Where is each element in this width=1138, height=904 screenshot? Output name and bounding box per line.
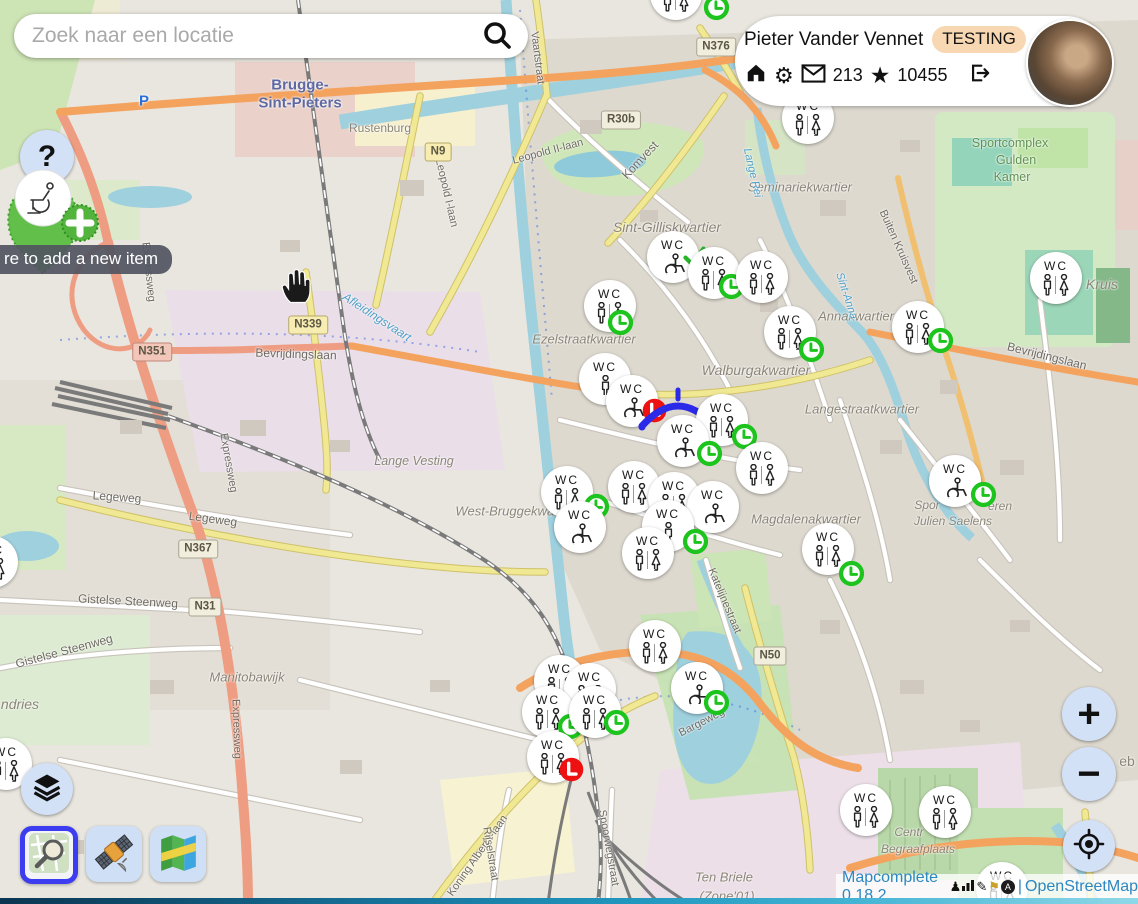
hand-cursor-icon bbox=[280, 266, 316, 311]
satellite-icon bbox=[93, 831, 135, 878]
clockL-badge bbox=[970, 481, 997, 508]
marker-wc-label: WC bbox=[778, 313, 802, 327]
toilet-marker-pin[interactable]: WC bbox=[919, 786, 971, 838]
marker-wc-label: WC bbox=[943, 462, 967, 476]
clockL-badge bbox=[703, 0, 730, 21]
toilet-marker-pin[interactable]: WC bbox=[554, 501, 606, 553]
marker-wc-label: WC bbox=[750, 258, 774, 272]
clockL-badge bbox=[607, 309, 634, 336]
clockL-badge bbox=[603, 709, 630, 736]
toilet-marker-pin[interactable]: WC bbox=[622, 527, 674, 579]
geolocate-icon bbox=[1073, 828, 1105, 865]
marker-wc-label: WC bbox=[750, 449, 774, 463]
toilet-marker-pin[interactable]: WC bbox=[736, 442, 788, 494]
messages-count: 213 bbox=[833, 65, 863, 86]
testing-badge: TESTING bbox=[932, 26, 1026, 53]
search-bar[interactable] bbox=[14, 14, 528, 58]
toilet-marker-pin[interactable]: WC bbox=[0, 536, 18, 588]
attribution-bar: Mapcomplete 0.18.2 ♟ ✎ ⚑ A | OpenStreetM… bbox=[836, 874, 1138, 899]
marker-wc-label: WC bbox=[578, 670, 602, 684]
user-name[interactable]: Pieter Vander Vennet bbox=[744, 29, 923, 51]
marker-wc-label: WC bbox=[816, 530, 840, 544]
mail-icon[interactable] bbox=[801, 64, 826, 88]
contributor-icon[interactable]: ♟ bbox=[950, 879, 962, 895]
clockL-badge bbox=[927, 327, 954, 354]
marker-wc-label: WC bbox=[0, 543, 4, 557]
changes-count: 10455 bbox=[897, 65, 947, 86]
background-layer-chooser bbox=[20, 826, 206, 884]
plus-glyph: + bbox=[1077, 692, 1100, 737]
marker-wc-label: WC bbox=[622, 468, 646, 482]
marker-wc-label: WC bbox=[583, 693, 607, 707]
layers-button[interactable] bbox=[21, 763, 73, 815]
star-icon[interactable]: ★ bbox=[870, 64, 891, 87]
marker-wc-label: WC bbox=[541, 738, 565, 752]
toilet-marker-pin[interactable]: WC bbox=[629, 620, 681, 672]
home-icon[interactable] bbox=[745, 62, 767, 89]
logout-icon[interactable] bbox=[968, 62, 991, 89]
marker-wc-label: WC bbox=[656, 507, 680, 521]
marker-wc-label: WC bbox=[854, 791, 878, 805]
folded-map-icon bbox=[157, 831, 199, 878]
marker-wc-label: WC bbox=[598, 287, 622, 301]
toilet-marker-pin[interactable]: WC bbox=[736, 251, 788, 303]
marker-wc-label: WC bbox=[701, 488, 725, 502]
toilet-marker-pin[interactable]: WC bbox=[687, 481, 739, 533]
search-input[interactable] bbox=[14, 24, 480, 48]
osm-link[interactable]: OpenStreetMap bbox=[1025, 878, 1138, 896]
geolocate-button[interactable] bbox=[1063, 820, 1115, 872]
marker-wc-label: WC bbox=[536, 693, 560, 707]
marker-wc-label: WC bbox=[568, 508, 592, 522]
marker-wc-label: WC bbox=[702, 254, 726, 268]
toilet-marker-pin[interactable]: WC bbox=[650, 0, 702, 20]
redL-badge bbox=[558, 756, 585, 783]
gear-icon[interactable]: ⚙ bbox=[774, 65, 794, 87]
statistics-icon[interactable] bbox=[962, 879, 975, 894]
user-panel[interactable]: Pieter Vander Vennet TESTING ⚙ 213 ★ 104… bbox=[735, 16, 1110, 106]
background-satellite-button[interactable] bbox=[86, 826, 142, 882]
clockL-badge bbox=[798, 336, 825, 363]
theme-flag-icon[interactable]: ⚑ bbox=[988, 879, 1000, 895]
marker-wc-label: WC bbox=[636, 534, 660, 548]
add-item-tooltip: re to add a new item bbox=[0, 245, 172, 274]
clockL-badge bbox=[696, 440, 723, 467]
background-map-button[interactable] bbox=[150, 826, 206, 882]
search-icon[interactable] bbox=[480, 19, 514, 53]
marker-wc-label: WC bbox=[685, 669, 709, 683]
edit-icon[interactable]: ✎ bbox=[976, 879, 987, 895]
map-markers-layer: WC WC WC WC WC WC WC WC WC WC WC WC WC WC WC WC WC WC WC WC… bbox=[0, 0, 1138, 904]
clockL-badge bbox=[838, 560, 865, 587]
clockL-badge bbox=[703, 689, 730, 716]
marker-wc-label: WC bbox=[555, 473, 579, 487]
marker-wc-label: WC bbox=[643, 627, 667, 641]
zoom-in-button[interactable]: + bbox=[1062, 687, 1116, 741]
marker-wc-label: WC bbox=[1044, 259, 1068, 273]
marker-wc-label: WC bbox=[0, 745, 18, 759]
marker-wc-label: WC bbox=[710, 401, 734, 415]
zoom-out-button[interactable]: − bbox=[1062, 747, 1116, 801]
avatar[interactable] bbox=[1026, 19, 1114, 107]
toilet-marker-pin[interactable]: WC bbox=[1030, 252, 1082, 304]
toilet-marker-pin[interactable]: WC bbox=[840, 784, 892, 836]
minus-glyph: − bbox=[1077, 752, 1100, 797]
marker-wc-label: WC bbox=[671, 422, 695, 436]
mapcomplete-app: Brugge-Sint-PietersRustenburgPVaartstraa… bbox=[0, 0, 1138, 904]
bottom-progress-bar bbox=[0, 898, 1138, 904]
attribution-separator: | bbox=[1018, 878, 1022, 896]
background-osm-button[interactable] bbox=[20, 826, 78, 884]
osm-map-icon bbox=[29, 833, 69, 878]
attribution-icons[interactable]: ♟ ✎ ⚑ A bbox=[950, 879, 1015, 895]
layers-icon bbox=[32, 772, 62, 807]
license-icon[interactable]: A bbox=[1001, 880, 1015, 894]
marker-wc-label: WC bbox=[933, 793, 957, 807]
marker-wc-label: WC bbox=[593, 360, 617, 374]
clockL-badge bbox=[682, 528, 709, 555]
marker-wc-label: WC bbox=[662, 479, 686, 493]
marker-wc-label: WC bbox=[906, 308, 930, 322]
